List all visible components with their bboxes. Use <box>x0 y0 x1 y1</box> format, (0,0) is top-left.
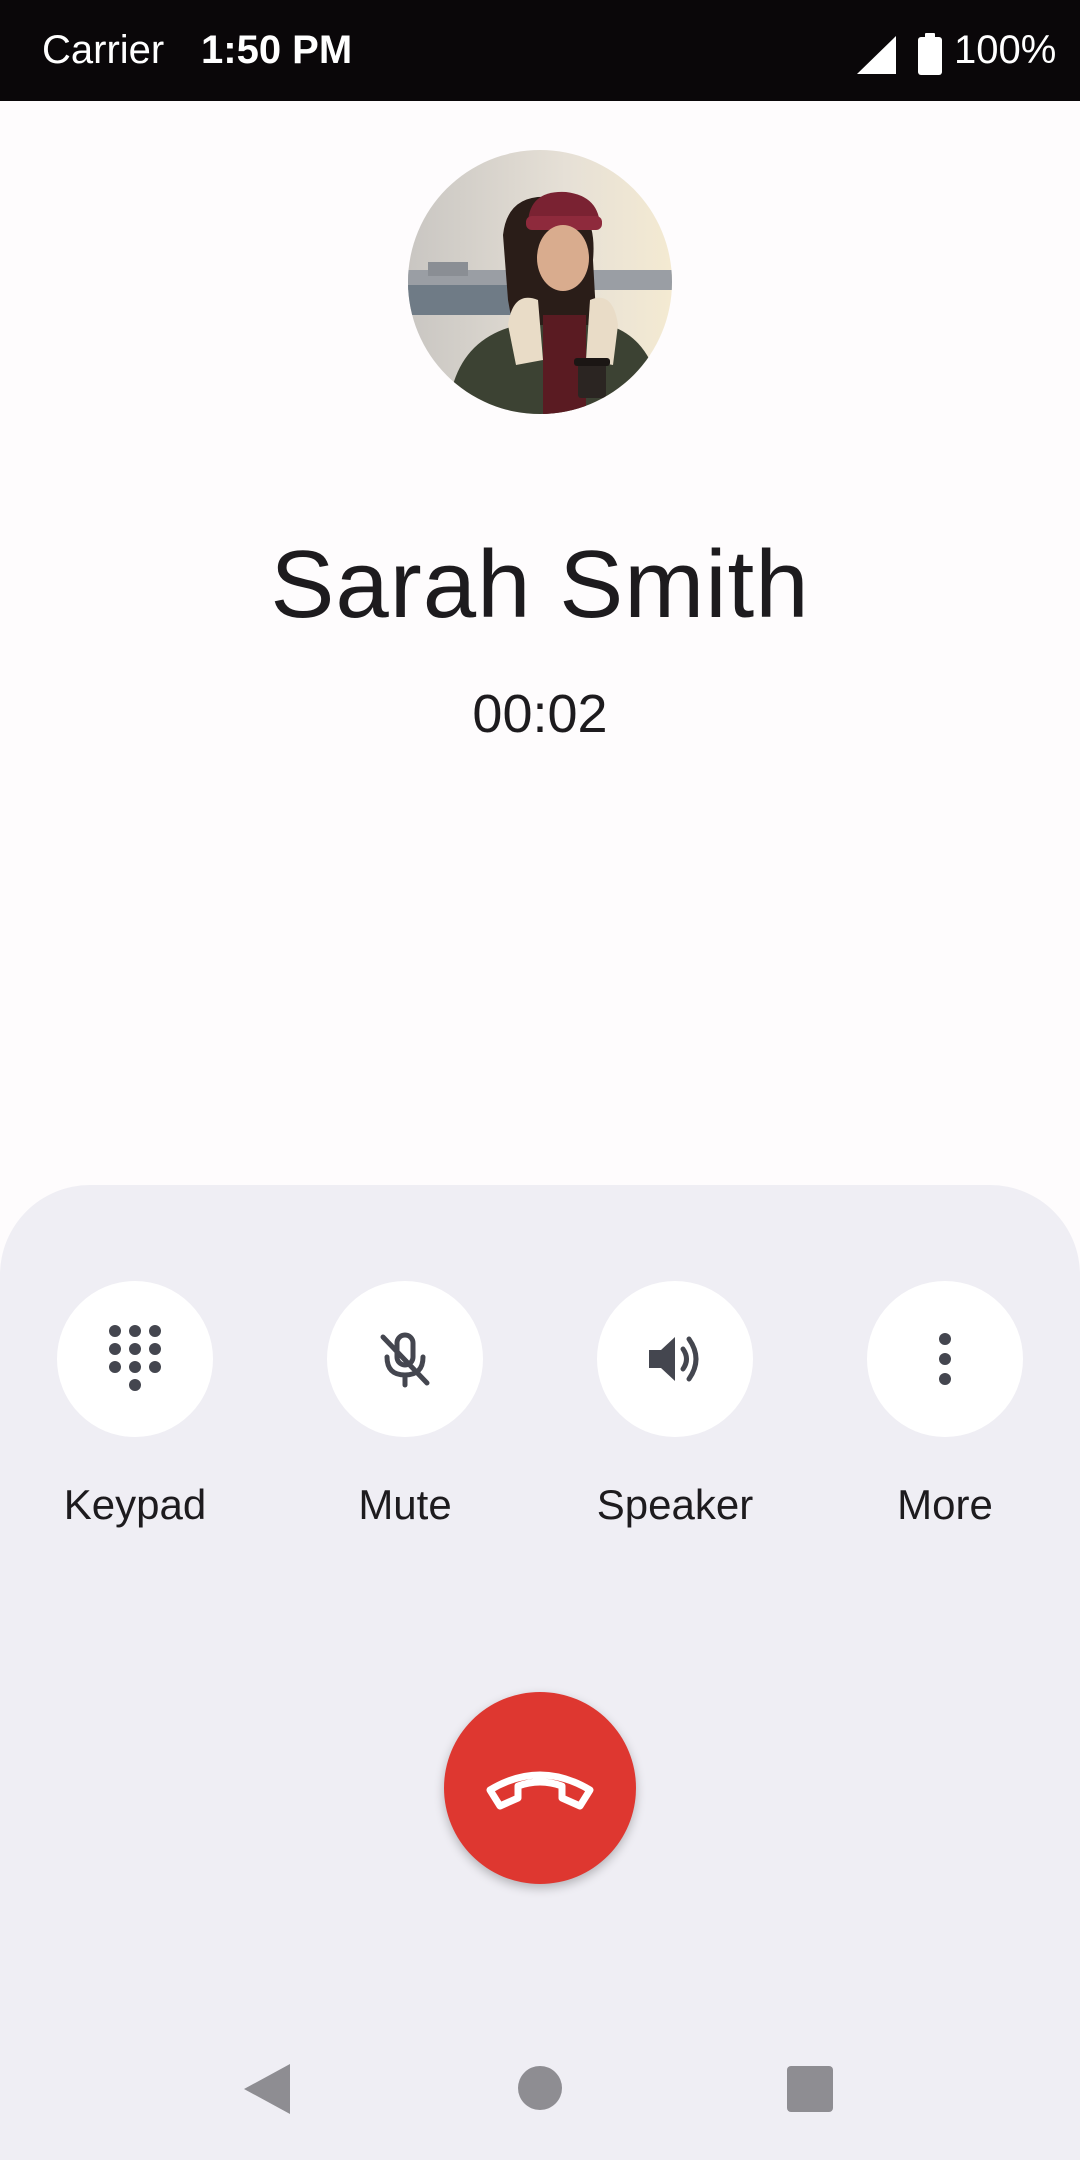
speaker-label: Speaker <box>596 1481 754 1528</box>
more-button[interactable] <box>867 1281 1023 1437</box>
speaker-button[interactable] <box>597 1281 753 1437</box>
mute-button[interactable] <box>327 1281 483 1437</box>
mute-label: Mute <box>358 1481 452 1528</box>
caller-avatar <box>408 150 672 414</box>
caller-name: Sarah Smith <box>270 531 810 638</box>
more-control: More <box>867 1281 1023 1528</box>
call-timer: 00:02 <box>472 684 608 744</box>
more-vert-icon <box>939 1333 951 1385</box>
keypad-control: Keypad <box>57 1281 213 1528</box>
cell-signal-icon <box>857 36 896 74</box>
call-end-icon <box>486 1771 594 1810</box>
mute-control: Mute <box>327 1281 483 1528</box>
home-icon[interactable] <box>518 2066 562 2110</box>
status-time: 1:50 PM <box>201 28 353 72</box>
battery-full-icon <box>918 33 942 75</box>
battery-percent: 100% <box>954 28 1057 72</box>
recents-icon[interactable] <box>787 2066 833 2112</box>
volume-icon <box>649 1336 699 1382</box>
status-bar: Carrier 1:50 PM 100% <box>0 0 1080 101</box>
speaker-control: Speaker <box>597 1281 753 1528</box>
dialpad-icon <box>109 1325 161 1391</box>
in-call-screen: Carrier 1:50 PM 100% Sarah Smith 00:02 K… <box>0 0 1080 2160</box>
more-label: More <box>897 1481 993 1528</box>
carrier-label: Carrier <box>42 28 165 72</box>
mic-off-icon <box>380 1332 430 1388</box>
keypad-button[interactable] <box>57 1281 213 1437</box>
back-icon[interactable] <box>244 2064 290 2114</box>
end-call-button[interactable] <box>444 1692 636 1884</box>
keypad-label: Keypad <box>63 1481 207 1528</box>
